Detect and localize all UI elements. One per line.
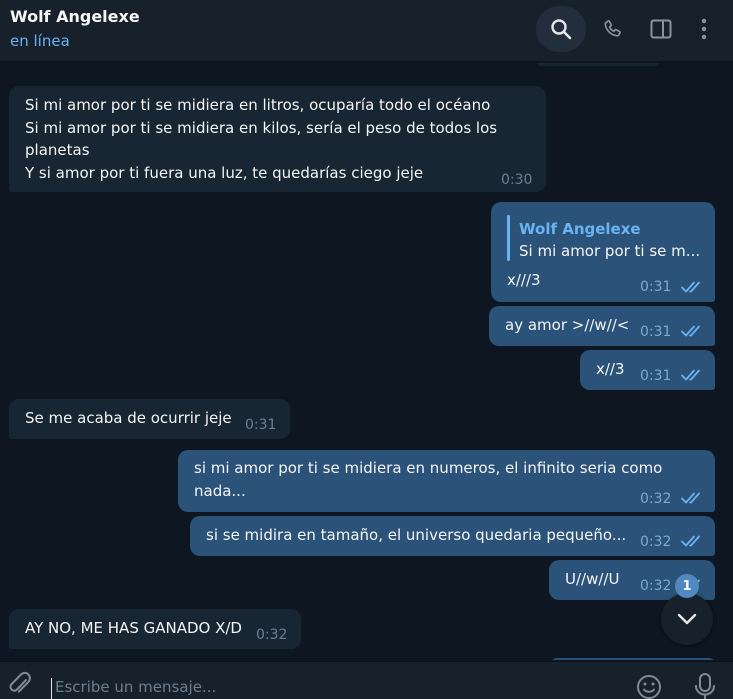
message-time: 0:32: [640, 578, 672, 594]
message-text: U//w//U: [565, 570, 620, 588]
double-check-icon: [681, 535, 700, 547]
message-bubble-outgoing[interactable]: x//3 0:31: [580, 350, 715, 390]
scroll-to-bottom-button[interactable]: [661, 593, 713, 645]
more-vertical-icon: [701, 18, 707, 40]
chat-header: Wolf Angelexe en línea: [0, 0, 733, 62]
message-bubble-incoming[interactable]: Si mi amor por ti se midiera en litros, …: [9, 86, 546, 192]
microphone-icon: [695, 673, 715, 699]
message-bubble-outgoing[interactable]: ay amor >//w//< 0:31: [489, 306, 715, 346]
message-bubble-outgoing[interactable]: si se midira en tamaño, el universo qued…: [190, 516, 715, 556]
contact-status: en línea: [10, 32, 70, 50]
paperclip-icon: [9, 671, 31, 693]
more-options-button[interactable]: [682, 6, 726, 52]
message-time: 0:32: [640, 534, 672, 550]
message-time: 0:32: [256, 627, 288, 643]
message-time: 0:30: [501, 172, 533, 188]
search-button[interactable]: [536, 6, 586, 52]
message-text: x//3: [596, 360, 625, 378]
contact-name[interactable]: Wolf Angelexe: [10, 7, 140, 26]
double-check-icon: [681, 325, 700, 337]
phone-icon: [604, 20, 621, 37]
message-text: si se midira en tamaño, el universo qued…: [206, 526, 627, 544]
side-panel-button[interactable]: [636, 6, 686, 52]
emoji-icon: [637, 675, 661, 699]
reply-quote-bar: [507, 215, 510, 261]
attach-button[interactable]: [6, 670, 34, 699]
voice-record-button[interactable]: [690, 670, 722, 699]
message-text: ay amor >//w//<: [505, 316, 630, 334]
message-time: 0:31: [640, 368, 672, 384]
unread-count-badge: 1: [675, 574, 699, 598]
message-text: x///3: [507, 271, 541, 289]
double-check-icon: [681, 281, 700, 293]
double-check-icon: [681, 492, 700, 504]
message-bubble-outgoing[interactable]: si mi amor por ti se midiera en numeros,…: [178, 450, 715, 512]
message-time: 0:31: [640, 324, 672, 340]
message-composer: [0, 661, 733, 699]
chevron-down-icon: [677, 613, 697, 625]
sidebar-panel-icon: [650, 19, 672, 39]
message-text: si mi amor por ti se midiera en numeros,…: [194, 459, 663, 500]
message-time: 0:32: [640, 491, 672, 507]
message-bubble-incoming[interactable]: Se me acaba de ocurrir jeje 0:31: [9, 399, 290, 439]
double-check-icon: [681, 369, 700, 381]
message-text: AY NO, ME HAS GANADO X/D: [25, 619, 242, 637]
message-input[interactable]: [55, 674, 615, 699]
reply-preview-text[interactable]: Si mi amor por ti se m...: [519, 240, 700, 263]
message-list[interactable]: Si mi amor por ti se midiera en litros, …: [0, 63, 733, 660]
message-text: Si mi amor por ti se midiera en litros, …: [25, 96, 498, 182]
message-bubble-outgoing[interactable]: Wolf Angelexe Si mi amor por ti se m... …: [491, 202, 715, 302]
text-caret: [51, 678, 52, 699]
message-bubble-partial: [536, 63, 660, 66]
search-icon: [551, 19, 572, 40]
message-text: Se me acaba de ocurrir jeje: [25, 409, 232, 427]
reply-sender-name[interactable]: Wolf Angelexe: [519, 218, 641, 241]
call-button[interactable]: [588, 6, 638, 52]
message-time: 0:31: [245, 417, 277, 433]
message-bubble-incoming[interactable]: AY NO, ME HAS GANADO X/D 0:32: [9, 609, 301, 649]
message-time: 0:31: [640, 279, 672, 295]
emoji-button[interactable]: [634, 670, 666, 699]
message-bubble-partial: [551, 658, 715, 660]
